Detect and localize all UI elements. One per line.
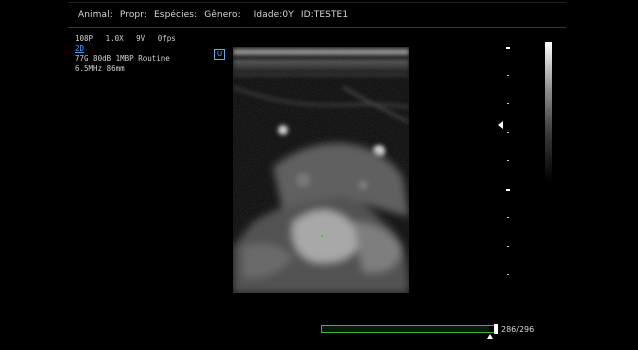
frame-params-row: 108P 1.0X 9V 0fps bbox=[75, 34, 184, 44]
orientation-marker-icon: U bbox=[214, 49, 225, 60]
param-zoom: 1.0X bbox=[105, 34, 124, 43]
param-frame: 108P bbox=[75, 34, 94, 43]
param-fps: 0fps bbox=[157, 34, 176, 43]
gender-label: Gênero: bbox=[204, 10, 241, 20]
age-label: Idade:0Y bbox=[253, 10, 294, 20]
probe-params: 6.5MHz 86mm bbox=[75, 64, 125, 73]
cine-cursor[interactable] bbox=[494, 324, 498, 334]
grayscale-bar bbox=[545, 42, 552, 182]
imaging-parameters: 108P 1.0X 9V 0fps 2D 77G 80dB 1MBP Routi… bbox=[75, 34, 184, 74]
param-voltage: 9V bbox=[136, 34, 146, 43]
top-rule bbox=[68, 2, 566, 3]
cine-progress-bar[interactable] bbox=[321, 324, 498, 334]
frame-counter: 286/296 bbox=[501, 325, 535, 334]
mode-label[interactable]: 2D bbox=[75, 44, 184, 54]
gain-params: 77G 80dB 1MBP Routine bbox=[75, 54, 170, 63]
species-label: Espécies: bbox=[154, 10, 198, 20]
header-divider bbox=[68, 27, 566, 28]
playhead-marker-icon bbox=[487, 334, 493, 339]
focus-marker-icon bbox=[498, 121, 503, 129]
animal-label: Animal: bbox=[78, 10, 113, 20]
depth-scale bbox=[498, 47, 510, 275]
patient-id-label: ID:TESTE1 bbox=[300, 10, 349, 20]
patient-info-bar: Animal: Propr: Espécies: Gênero: Idade:0… bbox=[78, 10, 352, 20]
owner-label: Propr: bbox=[119, 10, 148, 20]
cine-progress-fill bbox=[322, 326, 490, 332]
ultrasound-image[interactable] bbox=[233, 47, 409, 293]
